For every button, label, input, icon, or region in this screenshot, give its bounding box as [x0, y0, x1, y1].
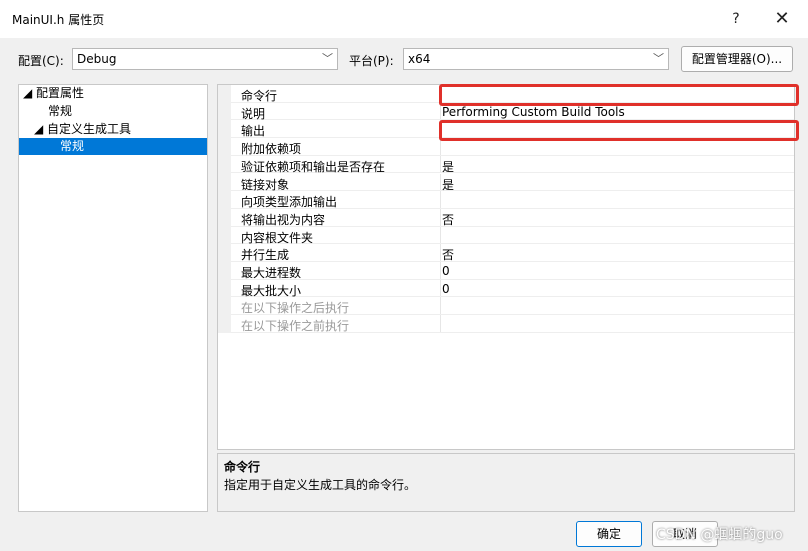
property-name: 输出	[241, 124, 266, 139]
property-row[interactable]: 最大进程数 0	[231, 262, 794, 280]
ok-button[interactable]: 确定	[576, 521, 642, 547]
property-name: 命令行	[241, 89, 278, 103]
property-name: 并行生成	[241, 248, 290, 263]
property-grid: 命令行说明 Performing Custom Build Tools 输出附加依赖…	[217, 84, 799, 450]
platform-label: 平台(P):	[349, 54, 394, 68]
property-value[interactable]: Performing Custom Build Tools	[442, 105, 625, 119]
property-row[interactable]: 在以下操作之后执行	[231, 297, 794, 315]
property-name: 在以下操作之前执行	[241, 319, 350, 334]
column-divider	[440, 244, 441, 261]
property-value[interactable]: 是	[442, 176, 454, 193]
property-tree: ◢ 配置属性 常规 ◢ 自定义生成工具 常规	[18, 84, 208, 512]
property-row[interactable]: 内容根文件夹	[231, 226, 794, 245]
config-label: 配置(C):	[18, 54, 64, 68]
column-divider	[440, 208, 441, 226]
property-name: 附加依赖项	[241, 142, 302, 157]
chevron-down-icon: ﹀	[322, 52, 333, 65]
description-panel: 命令行 指定用于自定义生成工具的命令行。	[217, 453, 795, 512]
property-row[interactable]: 验证依赖项和输出是否存在 是	[231, 155, 794, 175]
platform-select[interactable]: x64 ﹀	[403, 48, 669, 70]
property-name: 说明	[241, 106, 266, 121]
config-value: Debug	[77, 52, 117, 66]
column-divider	[440, 191, 441, 208]
property-name: 链接对象	[241, 177, 290, 192]
chevron-down-icon: ﹀	[653, 52, 664, 65]
column-divider	[440, 173, 441, 191]
property-row[interactable]: 将输出视为内容 否	[231, 208, 794, 228]
column-divider	[440, 226, 441, 244]
tree-item-general[interactable]: 常规	[19, 103, 72, 120]
tree-item-custom-build-tool[interactable]: ◢ 自定义生成工具	[19, 121, 131, 138]
window-title: MainUI.h 属性页	[12, 13, 105, 27]
close-button[interactable]: ✕	[764, 6, 800, 32]
property-row[interactable]: 在以下操作之前执行	[231, 315, 794, 333]
watermark: CSDN @蝈蝈的guo	[656, 527, 783, 543]
column-divider	[440, 315, 441, 332]
property-row[interactable]: 并行生成 否	[231, 244, 794, 262]
property-value[interactable]: 0	[442, 264, 450, 278]
property-value[interactable]: 是	[442, 158, 454, 175]
platform-value: x64	[408, 52, 431, 66]
property-name: 在以下操作之后执行	[241, 301, 350, 316]
description-title: 命令行	[224, 460, 261, 474]
highlight-box-output	[439, 120, 799, 141]
highlight-box-command	[439, 84, 799, 106]
tree-item-config-properties[interactable]: ◢ 配置属性	[19, 85, 84, 102]
property-value[interactable]: 否	[442, 246, 454, 263]
property-row[interactable]: 向项类型添加输出	[231, 191, 794, 209]
property-row[interactable]: 链接对象 是	[231, 173, 794, 193]
property-name: 验证依赖项和输出是否存在	[241, 159, 386, 174]
property-name: 内容根文件夹	[241, 230, 314, 245]
property-name: 最大进程数	[241, 266, 302, 280]
config-select[interactable]: Debug ﹀	[72, 48, 338, 70]
property-value[interactable]: 否	[442, 211, 454, 228]
property-name: 将输出视为内容	[241, 212, 326, 227]
title-bar: MainUI.h 属性页 ? ✕	[0, 0, 808, 38]
grid-gutter	[218, 85, 231, 333]
description-text: 指定用于自定义生成工具的命令行。	[224, 478, 417, 492]
property-name: 最大批大小	[241, 283, 302, 298]
column-divider	[440, 262, 441, 279]
column-divider	[440, 297, 441, 315]
help-button[interactable]: ?	[718, 6, 754, 32]
column-divider	[440, 279, 441, 297]
property-value[interactable]: 0	[442, 282, 450, 296]
column-divider	[440, 155, 441, 173]
property-row[interactable]: 最大批大小 0	[231, 279, 794, 298]
property-name: 向项类型添加输出	[241, 195, 338, 210]
tree-item-custom-build-general[interactable]: 常规	[19, 138, 207, 155]
config-manager-button[interactable]: 配置管理器(O)...	[681, 46, 793, 72]
